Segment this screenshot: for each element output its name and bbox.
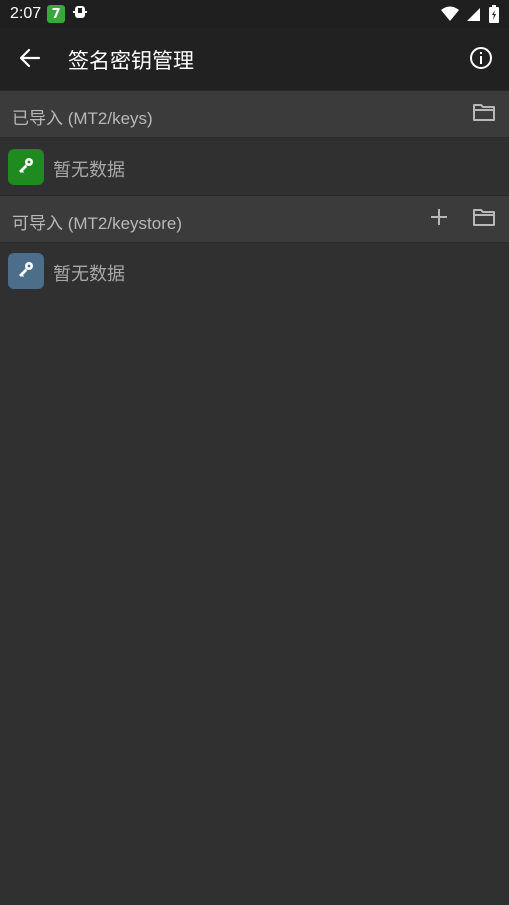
key-icon	[16, 259, 36, 283]
importable-section-header: 可导入 (MT2/keystore)	[0, 195, 509, 243]
plus-icon	[429, 207, 449, 231]
key-tile	[8, 253, 44, 289]
list-item: 暂无数据	[0, 139, 509, 195]
list-item: 暂无数据	[0, 243, 509, 299]
battery-icon	[489, 5, 499, 27]
bug-icon	[71, 3, 89, 25]
info-button[interactable]	[465, 44, 497, 76]
folder-icon	[472, 102, 496, 126]
key-icon	[16, 155, 36, 179]
signal-icon	[467, 6, 481, 26]
key-tile	[8, 149, 44, 185]
folder-icon	[472, 207, 496, 231]
empty-state-text: 暂无数据	[53, 160, 125, 181]
empty-state-text: 暂无数据	[53, 264, 125, 285]
status-time: 2:07	[10, 5, 42, 22]
imported-section-header: 已导入 (MT2/keys)	[0, 90, 509, 138]
app-bar: 签名密钥管理	[0, 28, 509, 90]
page-title: 签名密钥管理	[68, 49, 194, 73]
open-folder-button[interactable]	[469, 99, 499, 129]
status-bar: 2:07 7	[0, 0, 509, 28]
add-keystore-button[interactable]	[424, 204, 454, 234]
open-folder-button[interactable]	[469, 204, 499, 234]
wifi-icon	[441, 6, 459, 26]
imported-section-label: 已导入 (MT2/keys)	[12, 109, 153, 128]
info-circle-icon	[469, 46, 493, 74]
importable-section-label: 可导入 (MT2/keystore)	[12, 214, 183, 233]
notification-badge: 7	[47, 5, 66, 23]
arrow-left-icon	[19, 47, 41, 73]
back-button[interactable]	[14, 44, 46, 76]
